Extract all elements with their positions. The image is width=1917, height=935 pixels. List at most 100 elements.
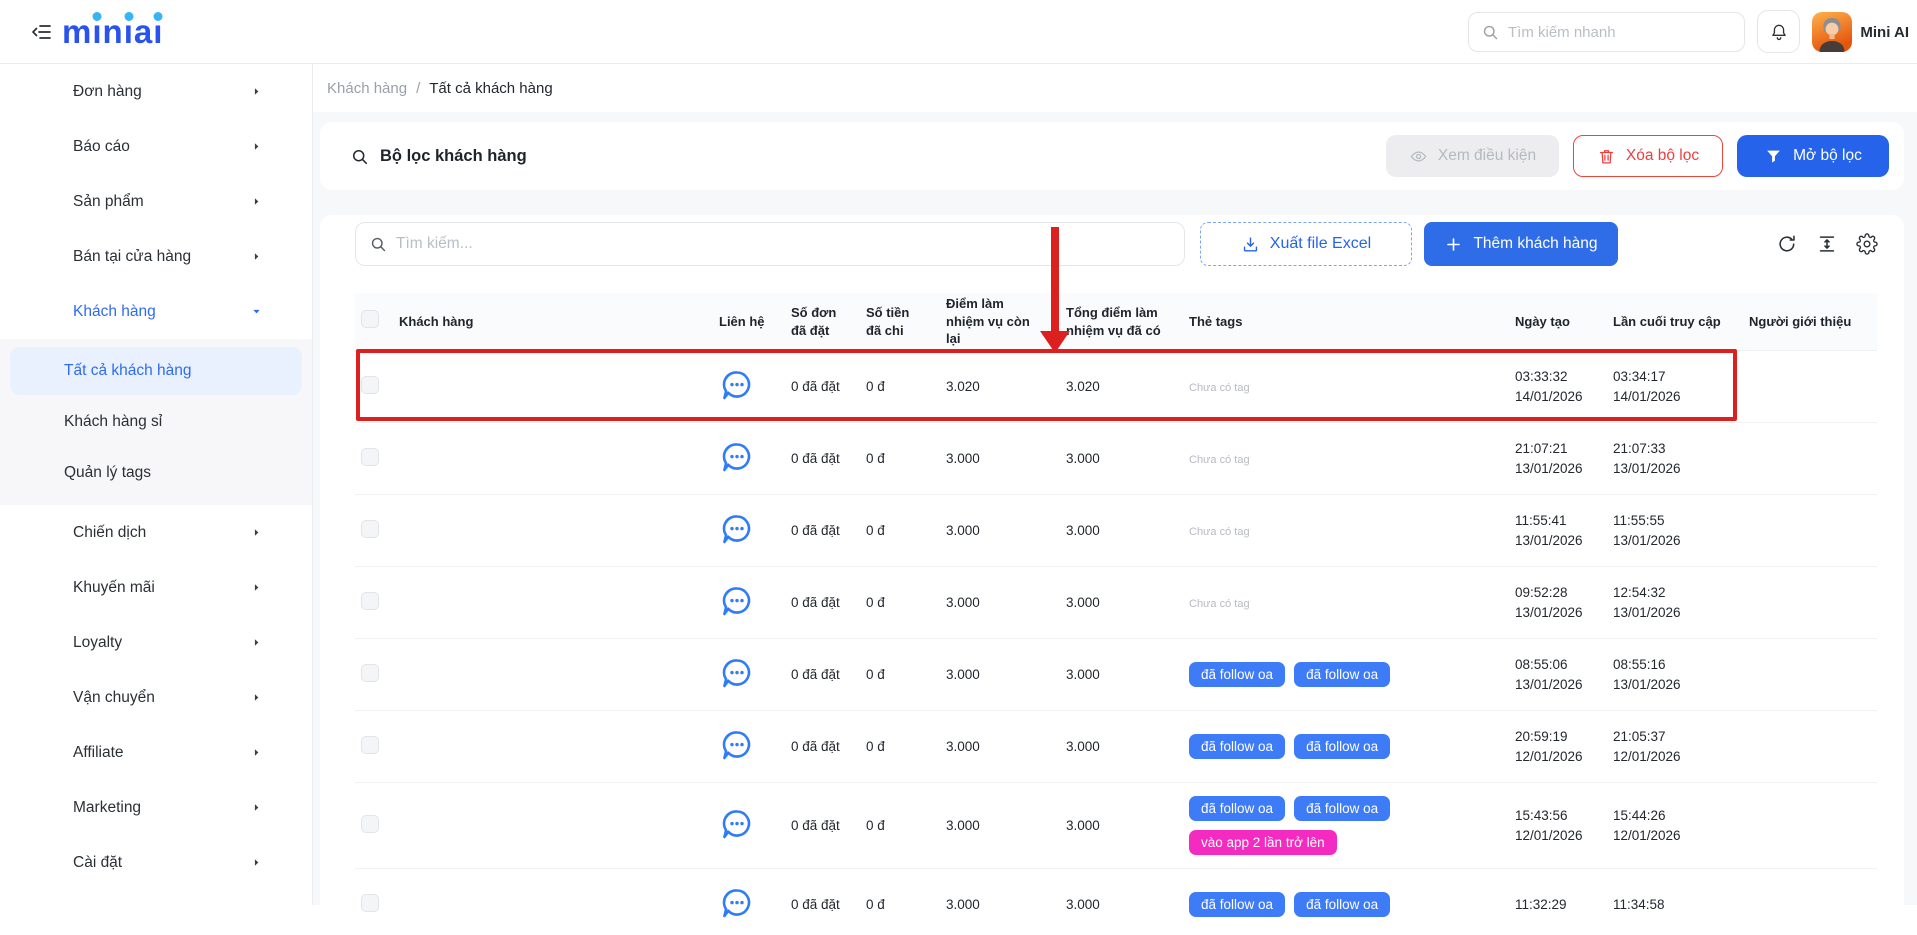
chat-icon[interactable] bbox=[719, 367, 755, 403]
row-checkbox[interactable] bbox=[361, 894, 379, 912]
add-customer-button[interactable]: Thêm khách hàng bbox=[1424, 222, 1618, 266]
col-last-access: Lần cuối truy cập bbox=[1613, 313, 1749, 331]
table-row[interactable]: 0 đã đặt 0 đ 3.020 3.020 Chưa có tag 03:… bbox=[355, 351, 1877, 423]
view-conditions-button[interactable]: Xem điều kiện bbox=[1386, 135, 1559, 177]
row-checkbox[interactable] bbox=[361, 592, 379, 610]
spent-cell: 0 đ bbox=[866, 739, 946, 754]
main-content: Khách hàng / Tất cả khách hàng Bộ lọc kh… bbox=[313, 64, 1917, 905]
row-checkbox[interactable] bbox=[361, 520, 379, 538]
table-search-input[interactable] bbox=[396, 235, 1136, 253]
sidebar-item[interactable]: Bán tại cửa hàng bbox=[0, 229, 312, 284]
caret-down-icon bbox=[251, 306, 262, 317]
spent-cell: 0 đ bbox=[866, 379, 946, 394]
chat-icon[interactable] bbox=[719, 727, 755, 763]
table-row[interactable]: 0 đã đặt 0 đ 3.000 3.000 Chưa có tag 09:… bbox=[355, 567, 1877, 639]
funnel-icon bbox=[1764, 147, 1783, 166]
sidebar-item[interactable]: Chiến dịch bbox=[0, 505, 312, 560]
last-access-cell: 15:44:2612/01/2026 bbox=[1613, 806, 1749, 845]
avatar[interactable] bbox=[1812, 12, 1852, 52]
sidebar-item[interactable]: Khách hàng bbox=[0, 284, 312, 339]
table-search[interactable] bbox=[355, 222, 1185, 266]
sidebar-subitem[interactable]: Khách hàng sỉ bbox=[10, 398, 302, 446]
sidebar-item[interactable]: Báo cáo bbox=[0, 119, 312, 174]
filter-title: Bộ lọc khách hàng bbox=[350, 147, 527, 166]
points-total-cell: 3.000 bbox=[1066, 451, 1189, 466]
tag-badge[interactable]: đã follow oa bbox=[1189, 796, 1285, 821]
sidebar-nav: Đơn hàng Báo cáo Sản phẩm Bán tại cửa hà… bbox=[0, 64, 313, 905]
breadcrumb-parent[interactable]: Khách hàng bbox=[327, 80, 407, 97]
sidebar-item[interactable]: Affiliate bbox=[0, 725, 312, 780]
tag-badge[interactable]: vào app 2 lần trở lên bbox=[1189, 830, 1337, 855]
sidebar-item[interactable]: Sản phẩm bbox=[0, 174, 312, 229]
tag-badge[interactable]: đã follow oa bbox=[1189, 734, 1285, 759]
global-search-input[interactable] bbox=[1508, 24, 1708, 41]
table-row[interactable]: 0 đã đặt 0 đ 3.000 3.000 đã follow oađã … bbox=[355, 639, 1877, 711]
no-tag-label: Chưa có tag bbox=[1189, 598, 1250, 610]
logo: mınıaı bbox=[62, 13, 163, 51]
clear-filter-button[interactable]: Xóa bộ lọc bbox=[1573, 135, 1723, 177]
sidebar-item[interactable]: Loyalty bbox=[0, 615, 312, 670]
row-checkbox[interactable] bbox=[361, 664, 379, 682]
points-remaining-cell: 3.000 bbox=[946, 739, 1066, 754]
gear-icon[interactable] bbox=[1856, 233, 1878, 255]
chat-icon[interactable] bbox=[719, 439, 755, 475]
open-filter-button[interactable]: Mở bộ lọc bbox=[1737, 135, 1889, 177]
sidebar-item[interactable]: Đơn hàng bbox=[0, 64, 312, 119]
search-icon bbox=[1481, 23, 1499, 41]
gift-icon bbox=[36, 577, 57, 598]
col-created: Ngày tạo bbox=[1515, 313, 1613, 331]
orders-cell: 0 đã đặt bbox=[791, 595, 866, 610]
export-excel-button[interactable]: Xuất file Excel bbox=[1200, 222, 1412, 266]
customers-icon bbox=[36, 301, 57, 322]
refresh-icon[interactable] bbox=[1776, 233, 1798, 255]
table-row[interactable]: 0 đã đặt 0 đ 3.000 3.000 Chưa có tag 11:… bbox=[355, 495, 1877, 567]
row-checkbox[interactable] bbox=[361, 736, 379, 754]
created-cell: 15:43:5612/01/2026 bbox=[1515, 806, 1613, 845]
chevron-right-icon bbox=[251, 747, 262, 758]
created-cell: 08:55:0613/01/2026 bbox=[1515, 655, 1613, 694]
sidebar-item[interactable]: Vận chuyển bbox=[0, 670, 312, 725]
chat-icon[interactable] bbox=[719, 511, 755, 547]
points-total-cell: 3.020 bbox=[1066, 379, 1189, 394]
tag-badge[interactable]: đã follow oa bbox=[1294, 662, 1390, 687]
chat-icon[interactable] bbox=[719, 806, 755, 842]
select-all-checkbox[interactable] bbox=[361, 310, 379, 328]
sidebar-item[interactable]: Marketing bbox=[0, 780, 312, 835]
tag-badge[interactable]: đã follow oa bbox=[1294, 796, 1390, 821]
row-height-icon[interactable] bbox=[1816, 233, 1838, 255]
table-header-row: Khách hàng Liên hệ Số đơn đã đặt Số tiền… bbox=[355, 293, 1877, 351]
table-row[interactable]: 0 đã đặt 0 đ 3.000 3.000 đã follow oađã … bbox=[355, 869, 1877, 935]
row-checkbox[interactable] bbox=[361, 448, 379, 466]
user-name: Mini AI bbox=[1860, 24, 1909, 41]
sidebar-subitem[interactable]: Tất cả khách hàng bbox=[10, 347, 302, 395]
table-row[interactable]: 0 đã đặt 0 đ 3.000 3.000 Chưa có tag 21:… bbox=[355, 423, 1877, 495]
col-contact: Liên hệ bbox=[719, 313, 791, 331]
global-search[interactable] bbox=[1468, 12, 1745, 52]
orders-cell: 0 đã đặt bbox=[791, 451, 866, 466]
affiliate-icon bbox=[36, 742, 57, 763]
tag-badge[interactable]: đã follow oa bbox=[1189, 662, 1285, 687]
chat-icon[interactable] bbox=[719, 583, 755, 619]
chat-icon[interactable] bbox=[719, 655, 755, 691]
chat-icon[interactable] bbox=[719, 885, 755, 921]
table-row[interactable]: 0 đã đặt 0 đ 3.000 3.000 đã follow oađã … bbox=[355, 711, 1877, 783]
product-icon bbox=[36, 191, 57, 212]
created-cell: 21:07:2113/01/2026 bbox=[1515, 439, 1613, 478]
tags-cell: Chưa có tag bbox=[1189, 523, 1515, 538]
sidebar-item[interactable]: Cài đặt bbox=[0, 835, 312, 890]
sidebar-subitem[interactable]: Quản lý tags bbox=[10, 449, 302, 497]
table-body: 0 đã đặt 0 đ 3.020 3.020 Chưa có tag 03:… bbox=[355, 351, 1877, 935]
chevron-right-icon bbox=[251, 86, 262, 97]
last-access-cell: 11:55:5513/01/2026 bbox=[1613, 511, 1749, 550]
tag-badge[interactable]: đã follow oa bbox=[1294, 734, 1390, 759]
tags-cell: đã follow oa đã follow oa vào app 2 lần tr… bbox=[1189, 796, 1515, 855]
table-row[interactable]: 0 đã đặt 0 đ 3.000 3.000 đã follow oađã … bbox=[355, 783, 1877, 869]
row-checkbox[interactable] bbox=[361, 815, 379, 833]
created-cell: 20:59:1912/01/2026 bbox=[1515, 727, 1613, 766]
notifications-button[interactable] bbox=[1757, 10, 1800, 53]
row-checkbox[interactable] bbox=[361, 376, 379, 394]
created-cell: 11:55:4113/01/2026 bbox=[1515, 511, 1613, 550]
sidebar-item[interactable]: Khuyến mãi bbox=[0, 560, 312, 615]
col-referrer: Người giới thiệu bbox=[1749, 313, 1877, 331]
collapse-sidebar-icon[interactable] bbox=[30, 20, 54, 44]
